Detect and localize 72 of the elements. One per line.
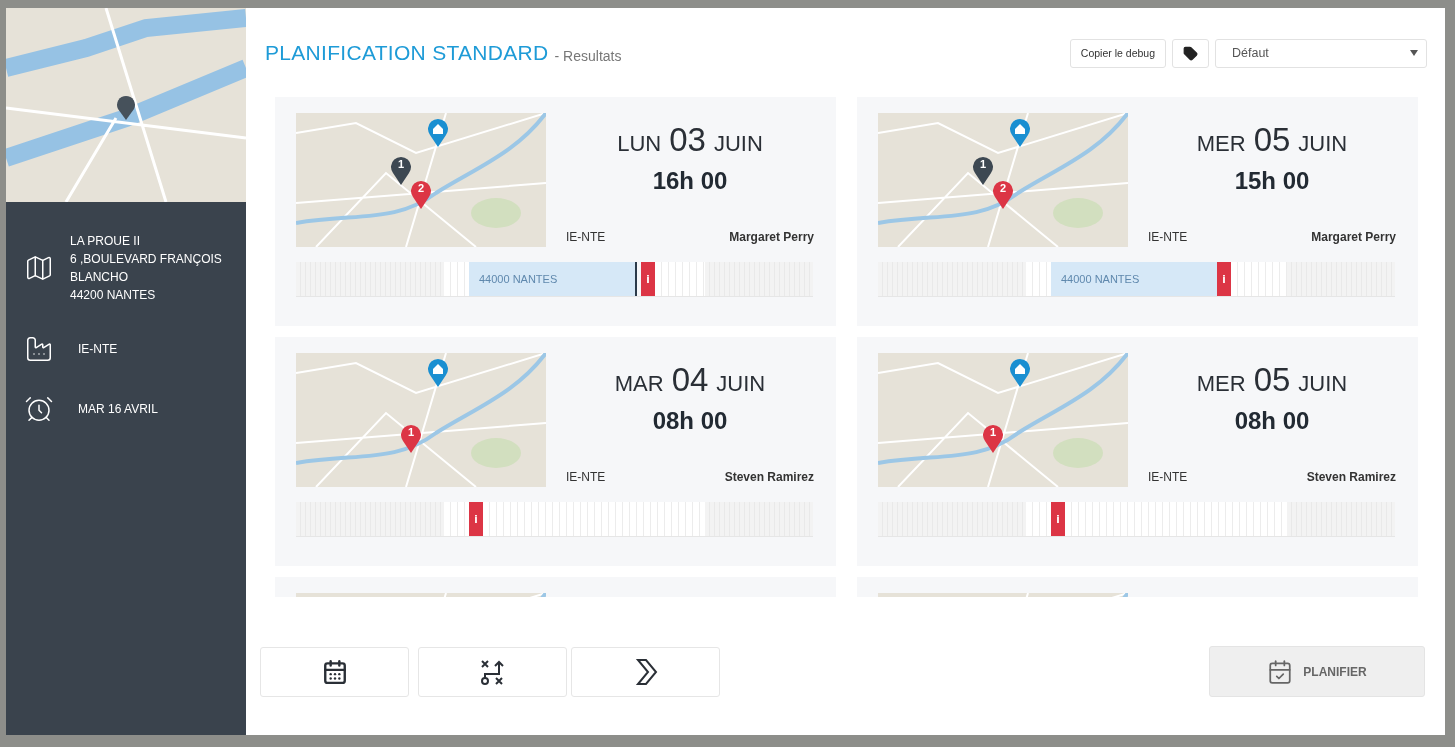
day-text: 03 — [669, 121, 706, 159]
map-pin-icon[interactable]: 2 — [410, 179, 432, 209]
day-text: 05 — [1253, 121, 1291, 159]
home-pin-icon[interactable] — [1009, 117, 1031, 147]
tag-icon — [1183, 45, 1198, 61]
alert-marker[interactable]: i — [641, 262, 655, 296]
month-text: JUIN — [713, 131, 763, 157]
alert-marker[interactable]: i — [469, 502, 483, 536]
free-slot[interactable] — [483, 502, 705, 536]
result-card[interactable]: 1 MAR 04 JUIN 08h 00 IE-NTE Steven Ramirez i — [275, 337, 836, 566]
booking-block[interactable]: 44000 NANTES — [469, 262, 635, 296]
map-pin-icon[interactable]: 1 — [400, 423, 422, 453]
time-text: 15h 00 — [1234, 167, 1310, 195]
map-pin-icon[interactable]: 1 — [982, 423, 1004, 453]
agency-text: IE-NTE — [566, 230, 606, 244]
profile-select[interactable]: Défaut — [1215, 38, 1427, 68]
location-pin-icon — [116, 94, 136, 120]
alert-marker[interactable]: i — [1217, 262, 1231, 296]
chevron-right-icon — [633, 657, 658, 686]
strategy-button[interactable] — [418, 646, 567, 697]
free-slot[interactable] — [444, 502, 469, 536]
free-slot[interactable] — [1026, 502, 1051, 536]
technician-name: Margaret Perry — [1311, 230, 1396, 244]
time-text: 16h 00 — [652, 167, 728, 195]
time-text: 08h 00 — [652, 407, 728, 435]
map-pin-icon[interactable]: 1 — [972, 155, 994, 185]
calendar-button[interactable] — [260, 646, 409, 697]
weekday-text: MER — [1196, 131, 1246, 157]
weekday-text: MER — [1196, 371, 1246, 397]
date-text: MAR 16 AVRIL — [78, 401, 158, 418]
calendar-icon — [321, 658, 348, 685]
factory-icon — [24, 334, 54, 364]
technician-name: Steven Ramirez — [1306, 470, 1396, 484]
weekday-text: MAR — [614, 371, 664, 397]
day-text: 04 — [671, 361, 709, 399]
day-text: 05 — [1253, 361, 1291, 399]
agency-text: IE-NTE — [566, 470, 606, 484]
caret-icon — [1410, 50, 1418, 56]
result-card[interactable]: 1 MER 05 JUIN 08h 00 IE-NTE Steven Ramirez i — [857, 337, 1418, 566]
copy-debug-button[interactable]: Copier le debug — [1069, 38, 1166, 68]
alarm-clock-icon — [24, 394, 54, 424]
map-pin-icon[interactable]: 2 — [992, 179, 1014, 209]
tag-button[interactable] — [1172, 38, 1209, 68]
free-slot[interactable] — [1026, 262, 1051, 296]
free-slot[interactable] — [444, 262, 469, 296]
technician-name: Steven Ramirez — [724, 470, 814, 484]
home-pin-icon[interactable] — [427, 357, 449, 387]
weekday-text: LUN — [617, 131, 662, 157]
map-pin-icon[interactable]: 1 — [390, 155, 412, 185]
booking-block[interactable]: 44000 NANTES — [1051, 262, 1217, 296]
result-card[interactable]: 1 2 LUN 03 JUIN 16h 00 IE-NTE Margaret Perry 44000 NANTES i — [275, 97, 836, 326]
month-text: JUIN — [1298, 131, 1348, 157]
agency-text: IE-NTE — [78, 341, 118, 358]
free-slot[interactable] — [1065, 502, 1287, 536]
address-text: LA PROUE II 6 ,BOULEVARD FRANÇOIS BLANCHO 44200 NANTES — [70, 233, 222, 304]
calendar-check-icon — [1267, 658, 1294, 685]
month-text: JUIN — [716, 371, 766, 397]
free-slot[interactable] — [655, 262, 705, 296]
home-pin-icon[interactable] — [1009, 357, 1031, 387]
home-pin-icon[interactable] — [427, 117, 449, 147]
alert-marker[interactable]: i — [1051, 502, 1065, 536]
time-text: 08h 00 — [1234, 407, 1310, 435]
map-icon — [24, 253, 54, 283]
agency-text: IE-NTE — [1148, 470, 1188, 484]
page-subtitle: - Resultats — [554, 48, 622, 64]
month-text: JUIN — [1298, 371, 1348, 397]
technician-name: Margaret Perry — [729, 230, 814, 244]
free-slot[interactable] — [1231, 262, 1287, 296]
next-button[interactable] — [571, 646, 720, 697]
page-title: PLANIFICATION STANDARD — [265, 41, 549, 65]
result-card[interactable]: 1 2 MER 05 JUIN 15h 00 IE-NTE Margaret Perry 44000 NANTES i — [857, 97, 1418, 326]
agency-text: IE-NTE — [1148, 230, 1188, 244]
